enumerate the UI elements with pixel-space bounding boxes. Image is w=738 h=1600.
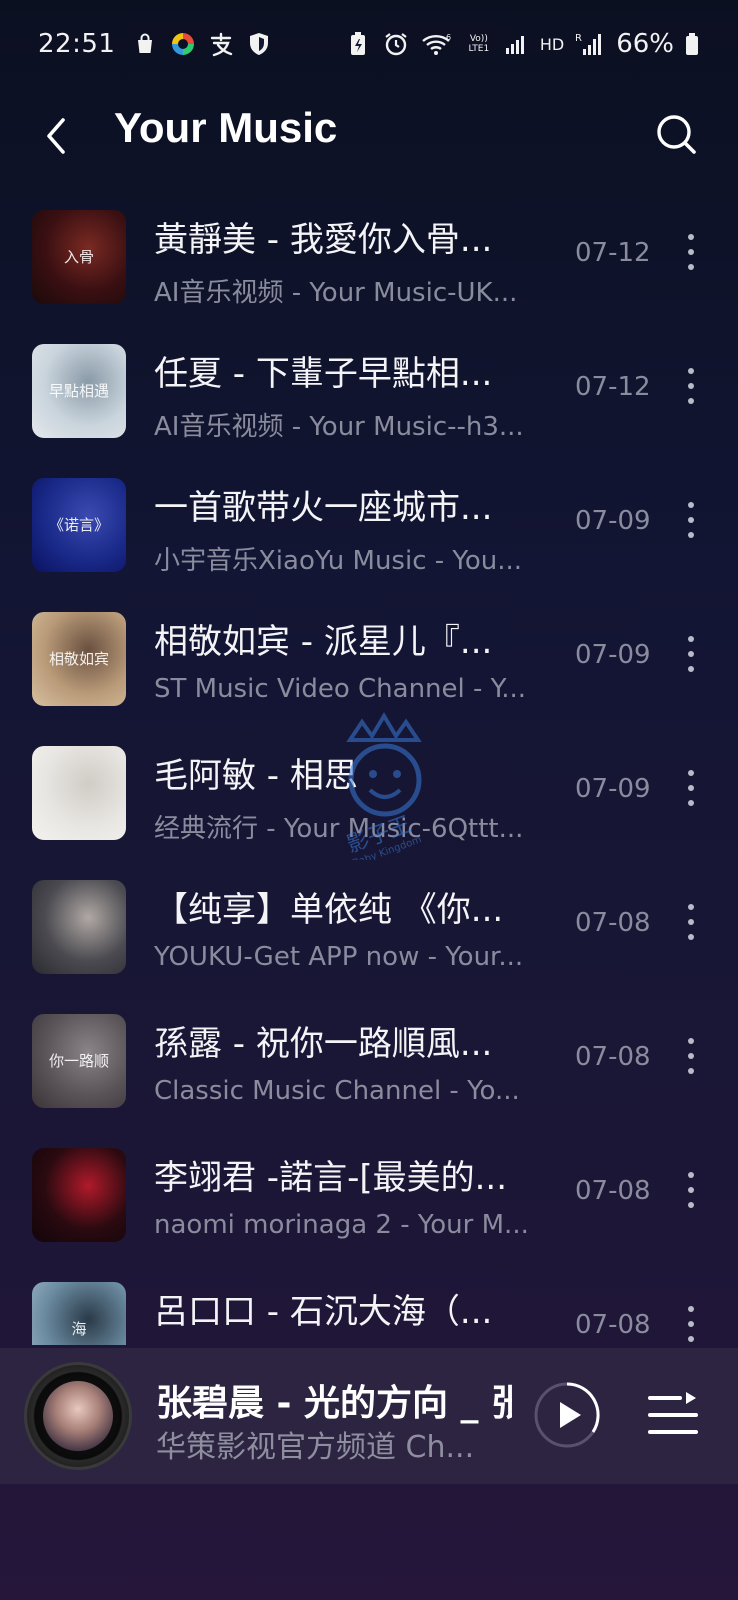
song-date: 07-09 — [575, 774, 651, 804]
song-title: 呂口口 - 石沉大海（... — [154, 1292, 493, 1332]
song-item[interactable]: 相敬如宾 相敬如宾 - 派星儿『... ST Music Video Chann… — [0, 592, 738, 726]
song-title: 【纯享】单依纯 《你... — [154, 890, 504, 930]
song-thumbnail[interactable]: 你一路顺 — [32, 1014, 126, 1108]
song-thumbnail[interactable] — [32, 1148, 126, 1242]
playlist-icon — [648, 1392, 698, 1434]
song-item[interactable]: 《诺言》 一首歌带火一座城市... 小宇音乐XiaoYu Music - You… — [0, 458, 738, 592]
song-thumbnail[interactable] — [32, 880, 126, 974]
search-button[interactable] — [650, 108, 702, 160]
song-thumbnail[interactable] — [32, 746, 126, 840]
song-item[interactable]: 李翊君 -諾言-[最美的... naomi morinaga 2 - Your … — [0, 1128, 738, 1262]
song-thumbnail[interactable]: 入骨 — [32, 210, 126, 304]
wifi-icon: 6 — [420, 30, 456, 58]
svg-text:R: R — [575, 33, 582, 44]
battery-icon — [684, 30, 700, 58]
song-subtitle: 小宇音乐XiaoYu Music - You... — [154, 546, 523, 576]
shield-icon — [245, 30, 273, 58]
song-date: 07-08 — [575, 1042, 651, 1072]
song-item[interactable]: 你一路顺 孫露 - 祝你一路順風... Classic Music Channe… — [0, 994, 738, 1128]
song-subtitle: YOUKU-Get APP now - Your... — [154, 942, 524, 972]
svg-text:6: 6 — [446, 33, 451, 42]
now-playing-bar[interactable]: 张碧晨 - 光的方向 _ 张 华策影视官方频道 Ch... — [0, 1348, 738, 1484]
shopping-bag-icon — [131, 30, 159, 58]
volte-label: Vo)) LTE1 — [468, 34, 490, 54]
song-date: 07-08 — [575, 908, 651, 938]
song-date: 07-08 — [575, 1310, 651, 1340]
more-options-icon[interactable] — [676, 366, 706, 406]
thumbnail-caption: 相敬如宾 — [48, 650, 109, 668]
thumbnail-caption: 海 — [71, 1320, 87, 1338]
more-options-icon[interactable] — [676, 500, 706, 540]
song-subtitle: 经典流行 - Your Music-6Qttt... — [154, 814, 524, 844]
more-options-icon[interactable] — [676, 634, 706, 674]
more-options-icon[interactable] — [676, 1036, 706, 1076]
song-subtitle: ST Music Video Channel - Y... — [154, 674, 527, 704]
song-title: 一首歌带火一座城市... — [154, 488, 493, 528]
battery-percent: 66% — [616, 29, 674, 59]
song-date: 07-09 — [575, 506, 651, 536]
song-subtitle: naomi morinaga 2 - Your M... — [154, 1210, 529, 1240]
colorful-app-icon — [169, 30, 197, 58]
now-playing-cover — [43, 1381, 113, 1451]
song-title: 任夏 - 下輩子早點相... — [154, 354, 493, 394]
alipay-icon — [207, 30, 235, 58]
song-thumbnail[interactable]: 《诺言》 — [32, 478, 126, 572]
playlist-button[interactable] — [648, 1390, 698, 1440]
more-options-icon[interactable] — [676, 232, 706, 272]
song-date: 07-09 — [575, 640, 651, 670]
status-time: 22:51 — [38, 29, 116, 59]
thumbnail-caption: 入骨 — [63, 248, 94, 266]
back-button[interactable] — [34, 112, 78, 160]
song-item[interactable]: 海 呂口口 - 石沉大海（... 07-08 — [0, 1262, 738, 1345]
song-thumbnail[interactable]: 海 — [32, 1282, 126, 1345]
thumbnail-caption: 《诺言》 — [48, 516, 109, 534]
song-item[interactable]: 毛阿敏 - 相思 经典流行 - Your Music-6Qttt... 07-0… — [0, 726, 738, 860]
thumbnail-caption: 你一路顺 — [48, 1052, 109, 1070]
song-date: 07-08 — [575, 1176, 651, 1206]
more-options-icon[interactable] — [676, 1304, 706, 1344]
search-icon — [657, 115, 696, 154]
song-item[interactable]: 早點相遇 任夏 - 下輩子早點相... AI音乐视频 - Your Music-… — [0, 324, 738, 458]
header: Your Music — [0, 88, 738, 184]
signal-roaming-icon: R — [574, 30, 602, 58]
page-title: Your Music — [114, 104, 338, 151]
now-playing-disc[interactable] — [24, 1362, 132, 1470]
more-options-icon[interactable] — [676, 902, 706, 942]
more-options-icon[interactable] — [676, 1170, 706, 1210]
song-subtitle: AI音乐视频 - Your Music-UK... — [154, 278, 518, 308]
alarm-icon — [382, 30, 410, 58]
song-date: 07-12 — [575, 238, 651, 268]
song-title: 李翊君 -諾言-[最美的... — [154, 1158, 508, 1198]
song-item[interactable]: 入骨 黃靜美 - 我愛你入骨... AI音乐视频 - Your Music-UK… — [0, 190, 738, 324]
more-options-icon[interactable] — [676, 768, 706, 808]
song-title: 相敬如宾 - 派星儿『... — [154, 622, 493, 662]
play-icon — [534, 1382, 600, 1448]
song-item[interactable]: 【纯享】单依纯 《你... YOUKU-Get APP now - Your..… — [0, 860, 738, 994]
song-thumbnail[interactable]: 相敬如宾 — [32, 612, 126, 706]
song-subtitle: AI音乐视频 - Your Music--h3... — [154, 412, 524, 442]
song-list: 入骨 黃靜美 - 我愛你入骨... AI音乐视频 - Your Music-UK… — [0, 190, 738, 1345]
song-title: 毛阿敏 - 相思 — [154, 756, 358, 796]
song-title: 孫露 - 祝你一路順風... — [154, 1024, 493, 1064]
song-subtitle: Classic Music Channel - Yo... — [154, 1076, 520, 1106]
play-button[interactable] — [532, 1380, 602, 1450]
status-bar: 22:51 6 Vo)) LTE1 HD R 66% — [0, 0, 738, 88]
thumbnail-caption: 早點相遇 — [48, 382, 109, 400]
song-title: 黃靜美 - 我愛你入骨... — [154, 220, 493, 260]
song-date: 07-12 — [575, 372, 651, 402]
now-playing-subtitle: 华策影视官方频道 Ch... — [156, 1430, 475, 1465]
chevron-left-icon — [47, 118, 65, 154]
battery-saver-icon — [344, 30, 372, 58]
signal-icon — [502, 30, 530, 58]
song-thumbnail[interactable]: 早點相遇 — [32, 344, 126, 438]
hd-label: HD — [539, 34, 565, 54]
now-playing-title: 张碧晨 - 光的方向 _ 张 — [156, 1383, 512, 1424]
